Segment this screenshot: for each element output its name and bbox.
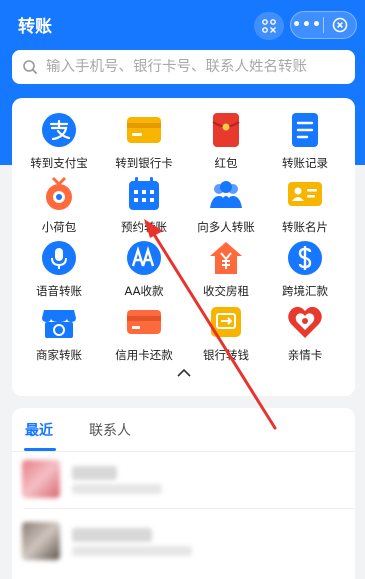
service-multi-transfer[interactable]: 向多人转账	[183, 176, 269, 238]
service-merchant-transfer[interactable]: 商家转账	[16, 304, 102, 366]
service-label: 小荷包	[41, 220, 77, 234]
dollar-icon	[287, 240, 323, 276]
mini-program-capsule: •••	[290, 11, 357, 39]
collapse-button[interactable]	[175, 368, 193, 382]
bank-card-icon	[126, 112, 162, 148]
service-label: 向多人转账	[197, 220, 255, 234]
pouch-icon	[41, 176, 77, 212]
business-card-icon	[287, 176, 323, 212]
tab-recent[interactable]: 最近	[25, 420, 53, 440]
alipay-icon	[41, 112, 77, 148]
service-bank-transfer[interactable]: 银行转钱	[183, 304, 269, 366]
service-voice-transfer[interactable]: 语音转账	[16, 240, 102, 302]
search-icon	[23, 60, 37, 74]
service-label: 信用卡还款	[115, 348, 173, 362]
service-scheduled-transfer[interactable]: 预约转账	[101, 176, 187, 238]
contact-detail-blurred	[72, 484, 162, 494]
chevron-up-icon	[177, 368, 191, 377]
service-label: 亲情卡	[287, 348, 323, 362]
contact-row[interactable]	[12, 516, 355, 566]
avatar	[22, 522, 60, 560]
close-button[interactable]	[324, 17, 356, 33]
credit-card-icon	[126, 304, 162, 340]
service-transfer-record[interactable]: 转账记录	[262, 112, 348, 174]
contact-name-blurred	[72, 466, 117, 480]
close-icon	[332, 17, 348, 33]
active-tab-indicator	[24, 448, 56, 451]
service-family-card[interactable]: 亲情卡	[262, 304, 348, 366]
service-red-envelope[interactable]: 红包	[183, 112, 269, 174]
house-rent-icon	[208, 240, 244, 276]
service-bank-card-transfer[interactable]: 转到银行卡	[101, 112, 187, 174]
aa-icon	[126, 240, 162, 276]
record-icon	[287, 112, 323, 148]
service-label: 跨境汇款	[282, 284, 328, 298]
red-envelope-icon	[208, 112, 244, 148]
nav-bar: 转账 •••	[0, 0, 365, 50]
service-grid: 转到支付宝 转到银行卡 红包 转账记录 小荷包 预约转账 向多人转账 转账名片 …	[12, 98, 355, 396]
search-bar[interactable]	[12, 50, 355, 84]
tab-contacts[interactable]: 联系人	[89, 420, 131, 440]
service-label: 转到银行卡	[115, 156, 173, 170]
service-label: 语音转账	[36, 284, 82, 298]
recent-contacts-panel: 最近 联系人	[12, 408, 355, 579]
calendar-icon	[126, 176, 162, 212]
more-button[interactable]: •••	[291, 12, 323, 38]
microphone-icon	[41, 240, 77, 276]
shop-icon	[41, 304, 77, 340]
service-label: AA收款	[124, 284, 164, 298]
page-title: 转账	[18, 17, 52, 37]
scan-icon	[262, 19, 276, 33]
tab-bar: 最近 联系人	[12, 408, 355, 452]
service-label: 转到支付宝	[30, 156, 88, 170]
scan-button[interactable]	[254, 12, 284, 40]
contact-detail-blurred	[72, 546, 192, 556]
service-label: 预约转账	[121, 220, 167, 234]
service-cross-border-remit[interactable]: 跨境汇款	[262, 240, 348, 302]
service-label: 转账记录	[282, 156, 328, 170]
service-transfer-business-card[interactable]: 转账名片	[262, 176, 348, 238]
service-house-rent[interactable]: 收交房租	[183, 240, 269, 302]
service-credit-card-repay[interactable]: 信用卡还款	[101, 304, 187, 366]
bank-transfer-icon	[208, 304, 244, 340]
avatar	[22, 460, 60, 498]
service-label: 收交房租	[203, 284, 249, 298]
contact-row[interactable]	[12, 454, 355, 504]
service-label: 转账名片	[282, 220, 328, 234]
service-pouch[interactable]: 小荷包	[16, 176, 102, 238]
contact-name-blurred	[72, 528, 152, 542]
service-label: 银行转钱	[203, 348, 249, 362]
group-icon	[208, 176, 244, 212]
service-alipay-transfer[interactable]: 转到支付宝	[16, 112, 102, 174]
row-divider	[24, 508, 355, 509]
heart-card-icon	[287, 304, 323, 340]
service-aa-collect[interactable]: AA收款	[101, 240, 187, 302]
search-input[interactable]	[46, 59, 346, 75]
service-label: 商家转账	[36, 348, 82, 362]
service-label: 红包	[214, 156, 238, 170]
